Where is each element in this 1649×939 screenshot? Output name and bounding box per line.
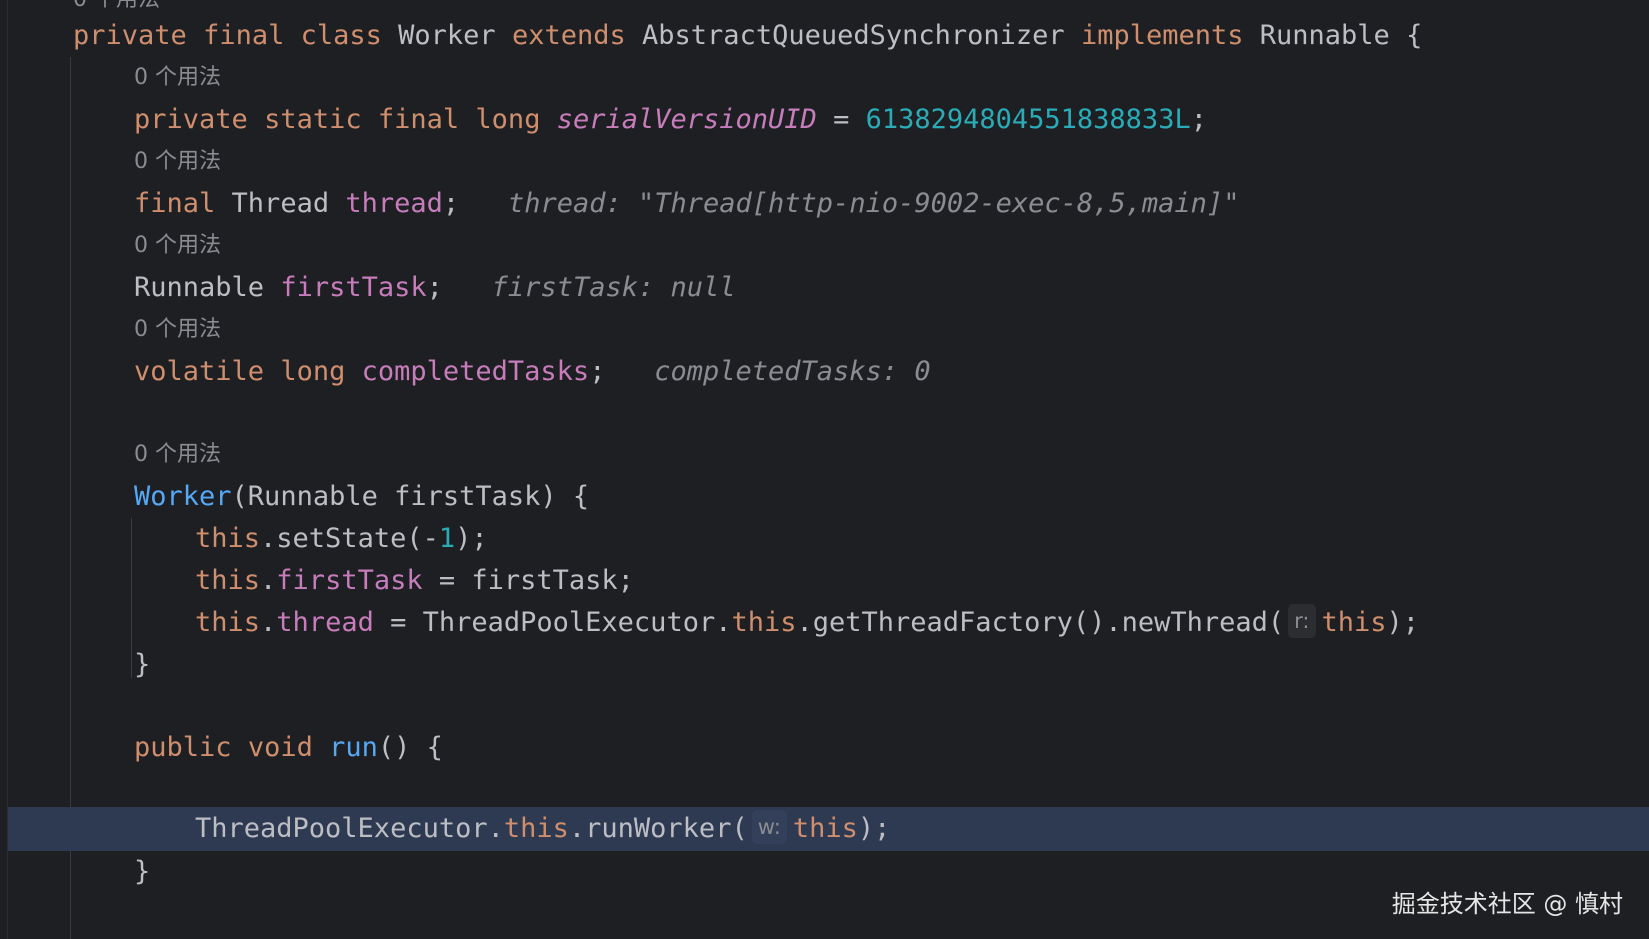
usage-hint[interactable]: 0 个用法: [134, 224, 221, 268]
keyword-void: void: [247, 732, 313, 763]
close-brace: }: [134, 649, 151, 680]
field-serialversionuid[interactable]: serialVersionUID: [557, 104, 817, 135]
usage-hint-row: 0 个用法: [0, 433, 1649, 477]
code-line-thread[interactable]: final Thread thread; thread: "Thread[htt…: [0, 182, 1649, 226]
keyword-this: this: [503, 813, 569, 844]
keyword-final: final: [134, 188, 216, 219]
code-line-completedtasks[interactable]: volatile long completedTasks; completedT…: [0, 350, 1649, 394]
semicolon: ;: [426, 272, 443, 303]
keyword-this: this: [195, 523, 261, 554]
keyword-class: class: [300, 20, 382, 51]
assign-mid: = ThreadPoolExecutor.: [373, 607, 732, 638]
code-line-class-decl[interactable]: private final class Worker extends Abstr…: [0, 14, 1649, 58]
field-thread[interactable]: thread: [345, 188, 443, 219]
keyword-final: final: [377, 104, 460, 135]
method-call: .runWorker(: [568, 813, 748, 844]
semicolon: ;: [442, 188, 460, 219]
keyword-private: private: [134, 104, 248, 135]
field-thread[interactable]: thread: [276, 607, 374, 638]
code-line-serial[interactable]: private static final long serialVersionU…: [0, 98, 1649, 142]
code-editor[interactable]: 0 个用法 private final class Worker extends…: [0, 0, 1649, 939]
constructor-name[interactable]: Worker: [134, 481, 232, 512]
type-thread[interactable]: Thread: [232, 188, 330, 219]
keyword-long: long: [280, 356, 346, 387]
number-literal: 1: [438, 523, 456, 554]
interface-name[interactable]: Runnable: [1260, 20, 1390, 51]
current-execution-line[interactable]: ThreadPoolExecutor.this.runWorker(w: this…: [8, 807, 1649, 851]
assign-rest: = firstTask;: [422, 565, 634, 596]
keyword-this: this: [1321, 607, 1387, 638]
parameter-hint: w:: [751, 809, 787, 844]
keyword-volatile: volatile: [134, 356, 265, 387]
assign-op: =: [816, 104, 866, 135]
code-line-close-brace[interactable]: }: [0, 643, 1649, 687]
usage-hint-row: 0 个用法: [0, 56, 1649, 100]
method-chain: .getThreadFactory().newThread(: [796, 607, 1285, 638]
usage-hint[interactable]: 0 个用法: [134, 56, 221, 100]
usage-hint[interactable]: 0 个用法: [134, 308, 221, 352]
usage-hint-row: 0 个用法: [0, 224, 1649, 268]
keyword-this: this: [195, 607, 261, 638]
inline-debug-value[interactable]: firstTask: null: [492, 272, 736, 303]
usage-hint-row: 0 个用法: [0, 308, 1649, 352]
code-line-run[interactable]: public void run() {: [0, 726, 1649, 770]
watermark: 掘金技术社区 @ 慎村: [1391, 890, 1623, 918]
parameter-hint: r:: [1288, 603, 1316, 638]
type-runnable[interactable]: Runnable: [134, 272, 264, 303]
call-end: );: [857, 813, 891, 844]
dot: .: [260, 565, 277, 596]
constructor-params: (Runnable firstTask) {: [231, 481, 590, 512]
open-brace: {: [1389, 20, 1423, 51]
class-ref[interactable]: ThreadPoolExecutor.: [195, 813, 504, 844]
keyword-long: long: [475, 104, 541, 135]
code-line-constructor[interactable]: Worker(Runnable firstTask) {: [0, 475, 1649, 519]
code-line-assign-firsttask[interactable]: this.firstTask = firstTask;: [0, 559, 1649, 603]
usage-hint[interactable]: 0 个用法: [134, 140, 221, 184]
field-firsttask[interactable]: firstTask: [280, 272, 426, 303]
usage-hint[interactable]: 0 个用法: [134, 433, 221, 477]
inline-debug-value[interactable]: completedTasks: 0: [654, 356, 930, 387]
close-brace: }: [134, 856, 151, 887]
field-completedtasks[interactable]: completedTasks: [362, 356, 590, 387]
keyword-public: public: [134, 732, 232, 763]
usage-hint-row: 0 个用法: [0, 140, 1649, 184]
keyword-static: static: [264, 104, 362, 135]
keyword-this: this: [731, 607, 797, 638]
code-line-assign-thread[interactable]: this.thread = ThreadPoolExecutor.this.ge…: [0, 601, 1649, 645]
keyword-private: private: [73, 20, 187, 51]
call-end: );: [1386, 607, 1420, 638]
code-line-firsttask[interactable]: Runnable firstTask; firstTask: null: [0, 266, 1649, 310]
semicolon: ;: [1190, 104, 1207, 135]
keyword-final: final: [203, 20, 285, 51]
superclass-name[interactable]: AbstractQueuedSynchronizer: [642, 20, 1065, 51]
dot: .: [260, 607, 277, 638]
keyword-this: this: [195, 565, 261, 596]
keyword-extends: extends: [511, 20, 626, 51]
keyword-implements: implements: [1080, 20, 1244, 51]
method-call: .setState(-: [260, 523, 439, 554]
method-name-run[interactable]: run: [329, 732, 378, 763]
semicolon: ;: [589, 356, 606, 387]
call-end: );: [455, 523, 488, 554]
class-name[interactable]: Worker: [398, 20, 496, 51]
code-line-setstate[interactable]: this.setState(-1);: [0, 517, 1649, 561]
method-params: () {: [377, 732, 443, 763]
inline-debug-value[interactable]: thread: "Thread[http-nio-9002-exec-8,5,m…: [508, 188, 1240, 219]
number-literal: 6138294804551838833L: [865, 104, 1191, 135]
keyword-this: this: [792, 813, 858, 844]
field-firsttask[interactable]: firstTask: [276, 565, 422, 596]
